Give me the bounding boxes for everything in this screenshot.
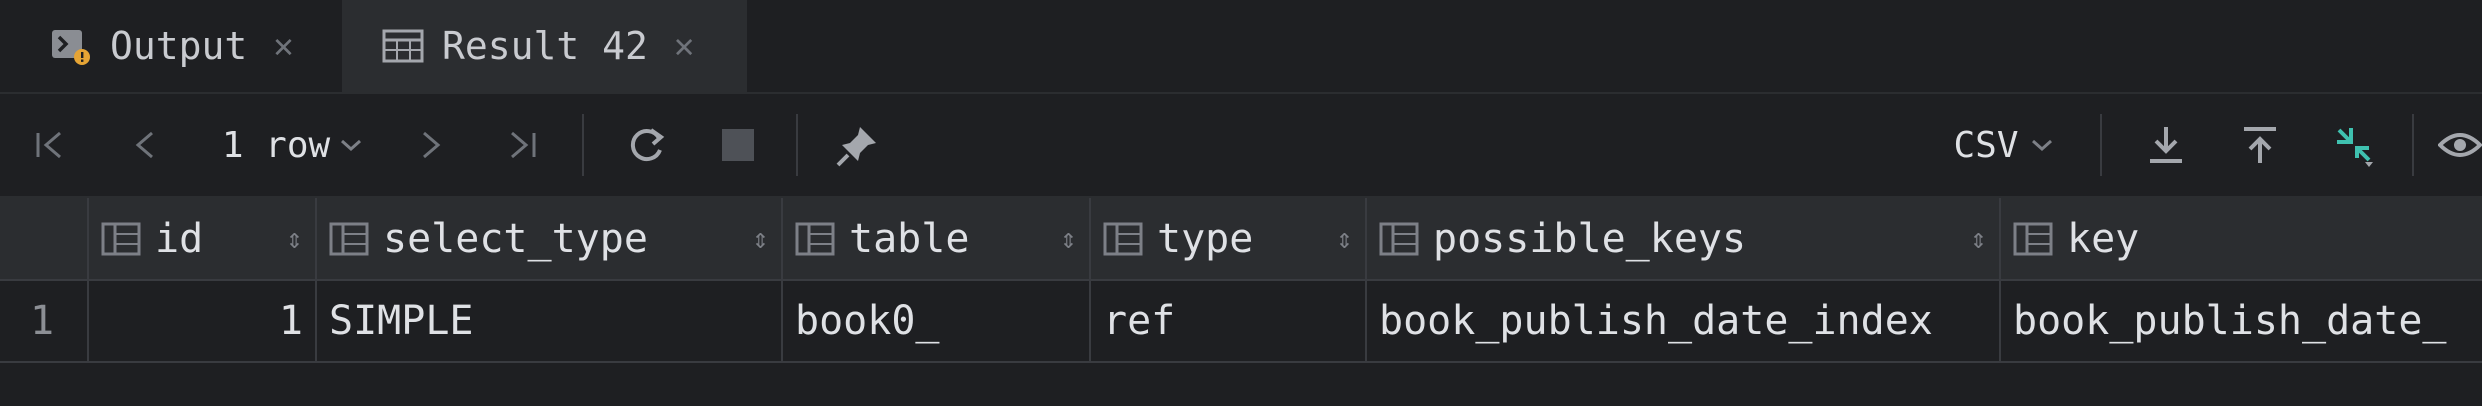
column-icon [2013, 222, 2053, 255]
cell-select-type[interactable]: SIMPLE [316, 280, 783, 363]
first-page-icon[interactable] [22, 94, 78, 196]
column-icon [101, 222, 141, 255]
column-header-label: table [849, 215, 970, 262]
download-icon[interactable] [2136, 94, 2196, 196]
column-icon [329, 222, 369, 255]
row-count-label: 1 row [221, 124, 331, 166]
next-page-icon[interactable] [402, 94, 458, 196]
last-page-icon[interactable] [492, 94, 552, 196]
tab-output-label: Output [110, 24, 248, 68]
column-header-label: select_type [383, 215, 648, 262]
tab-output[interactable]: Output ✕ [0, 0, 340, 92]
toolbar-separator [2100, 114, 2102, 176]
toolbar-separator [582, 114, 584, 176]
close-icon[interactable]: ✕ [674, 26, 694, 66]
row-number: 1 [0, 280, 89, 363]
sort-icon[interactable]: ⇕ [752, 222, 769, 255]
header-row: id ⇕ select_type ⇕ table ⇕ type ⇕ possib… [0, 198, 2482, 281]
row-count-dropdown[interactable]: 1 row [208, 94, 378, 196]
chevron-down-icon [338, 135, 364, 155]
cell-id[interactable]: 1 [88, 280, 317, 363]
export-format-label: CSV [1953, 124, 2019, 166]
console-icon [50, 26, 92, 66]
sort-icon[interactable]: ⇕ [1060, 222, 1077, 255]
cell-type[interactable]: ref [1090, 280, 1367, 363]
column-header-id[interactable]: id ⇕ [88, 198, 317, 281]
close-icon[interactable]: ✕ [273, 26, 293, 66]
view-icon[interactable] [2438, 94, 2482, 196]
column-header-label: key [2067, 215, 2140, 262]
row-number-header [0, 198, 89, 281]
column-header-table[interactable]: table ⇕ [782, 198, 1091, 281]
sort-icon[interactable]: ⇕ [1336, 222, 1353, 255]
column-header-type[interactable]: type ⇕ [1090, 198, 1367, 281]
column-header-label: type [1157, 215, 1254, 262]
export-format-dropdown[interactable]: CSV [1944, 94, 2064, 196]
table-icon [382, 26, 424, 66]
chevron-down-icon [2029, 135, 2055, 155]
column-header-label: possible_keys [1433, 215, 1747, 262]
upload-icon[interactable] [2230, 94, 2290, 196]
column-header-possible-keys[interactable]: possible_keys ⇕ [1366, 198, 2001, 281]
sort-icon[interactable]: ⇕ [1970, 222, 1987, 255]
column-icon [795, 222, 835, 255]
result-grid: id ⇕ select_type ⇕ table ⇕ type ⇕ possib… [0, 198, 2482, 363]
compare-icon[interactable] [2322, 94, 2386, 196]
cell-key[interactable]: book_publish_date_ [2000, 280, 2482, 363]
result-toolbar: 1 row CSV [0, 94, 2482, 198]
cell-table[interactable]: book0_ [782, 280, 1091, 363]
tab-result[interactable]: Result 42 ✕ [342, 0, 747, 92]
sort-icon[interactable]: ⇕ [286, 222, 303, 255]
tab-bar: Output ✕ Result 42 ✕ [0, 0, 2482, 94]
previous-page-icon[interactable] [118, 94, 174, 196]
table-row[interactable]: 1 1 SIMPLE book0_ ref book_publish_date_… [0, 280, 2482, 363]
reload-icon[interactable] [614, 94, 678, 196]
column-header-label: id [155, 215, 204, 262]
cell-possible-keys[interactable]: book_publish_date_index [1366, 280, 2001, 363]
toolbar-separator [796, 114, 798, 176]
column-icon [1379, 222, 1419, 255]
tab-result-label: Result 42 [442, 24, 648, 68]
column-icon [1103, 222, 1143, 255]
toolbar-separator [2412, 114, 2414, 176]
pin-icon[interactable] [826, 94, 890, 196]
stop-icon[interactable] [710, 94, 766, 196]
column-header-key[interactable]: key [2000, 198, 2482, 281]
column-header-select-type[interactable]: select_type ⇕ [316, 198, 783, 281]
